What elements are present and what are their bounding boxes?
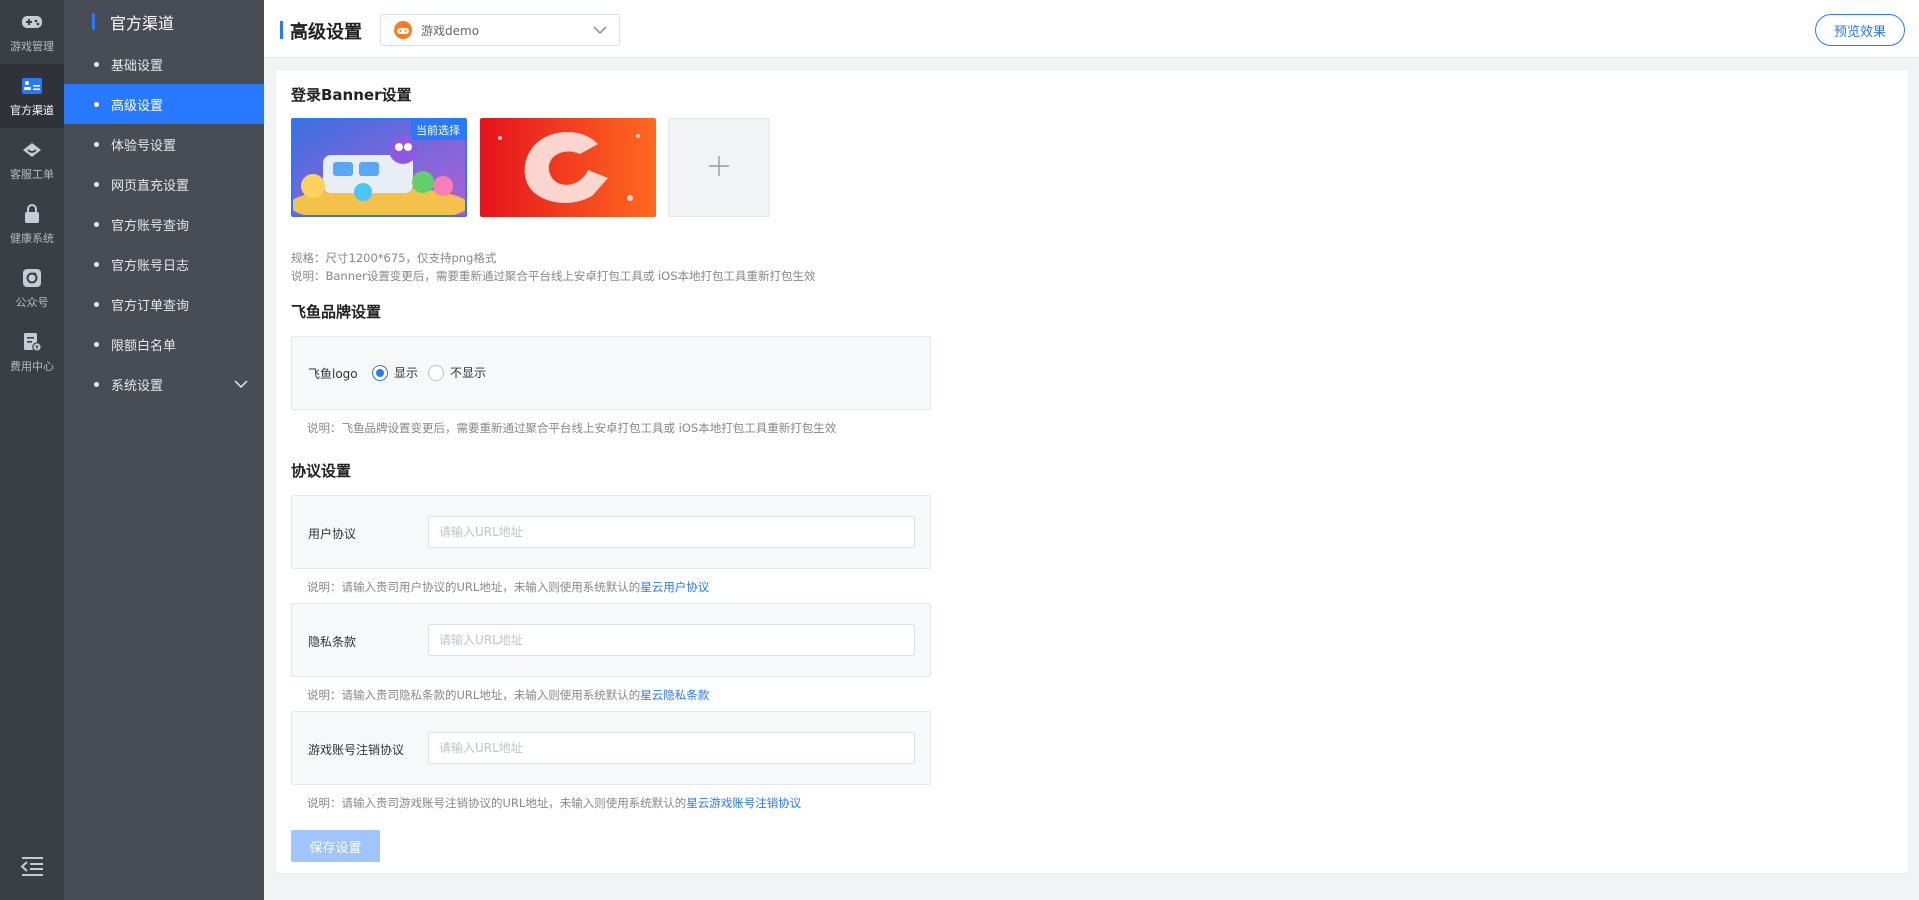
collapse-menu-button[interactable] — [0, 850, 64, 886]
privacy-policy-url-input[interactable] — [428, 624, 915, 656]
rail-item-official-account[interactable]: 公众号 — [0, 256, 64, 320]
privacy-policy-default-link[interactable]: 星云隐私条款 — [640, 688, 709, 702]
brand-section-title: 飞鱼品牌设置 — [291, 303, 382, 321]
agreement-section-title: 协议设置 — [291, 462, 352, 480]
sidebar-title: 官方渠道 — [64, 0, 264, 44]
rail-label: 官方渠道 — [10, 103, 54, 117]
hide-logo-radio[interactable]: 不显示 — [428, 364, 486, 381]
cancel-agreement-label: 游戏账号注销协议 — [308, 743, 405, 757]
game-select-value: 游戏demo — [421, 23, 480, 38]
collapse-menu-icon — [19, 855, 45, 881]
user-agreement-box: 用户协议 — [291, 495, 931, 569]
banner-section-title: 登录Banner设置 — [291, 86, 412, 104]
page-header: 高级设置 游戏demo 预览效果 — [264, 0, 1919, 58]
user-agreement-default-link[interactable]: 星云用户协议 — [640, 580, 709, 594]
settings-panel: 登录Banner设置 当前选择 规格：尺寸1200*675，仅支持png格式 说… — [275, 69, 1909, 874]
rail-label: 公众号 — [15, 295, 49, 309]
chevron-down-icon — [593, 24, 607, 38]
lock-icon — [21, 203, 43, 225]
rail-label: 游戏管理 — [10, 39, 54, 53]
page-title: 高级设置 — [280, 18, 362, 44]
sidebar-item-account-log[interactable]: 官方账号日志 — [64, 244, 264, 284]
current-selection-badge: 当前选择 — [411, 120, 465, 140]
banner-option-2[interactable] — [480, 118, 656, 217]
banner-spec-hint: 规格：尺寸1200*675，仅支持png格式 — [291, 251, 497, 265]
save-settings-button[interactable]: 保存设置 — [291, 830, 380, 862]
sidebar-item-system-settings[interactable]: 系统设置 — [64, 364, 264, 404]
logo-label: 飞鱼logo — [308, 367, 358, 381]
banner-2-image — [480, 118, 656, 217]
chevron-down-icon — [234, 378, 248, 393]
rail-label: 健康系统 — [10, 231, 54, 245]
privacy-policy-label: 隐私条款 — [308, 635, 357, 649]
rail-item-game-management[interactable]: 游戏管理 — [0, 0, 64, 64]
brand-note: 说明：飞鱼品牌设置变更后，需要重新通过聚合平台线上安卓打包工具或 iOS本地打包… — [307, 421, 837, 435]
rail-item-official-channel[interactable]: 官方渠道 — [0, 64, 64, 128]
banner-note-hint: 说明：Banner设置变更后，需要重新通过聚合平台线上安卓打包工具或 iOS本地… — [291, 269, 816, 283]
cancel-agreement-note: 说明：请输入贵司游戏账号注销协议的URL地址，未输入则使用系统默认的星云游戏账号… — [307, 796, 802, 810]
rail-label: 客服工单 — [10, 167, 54, 181]
rail-label: 费用中心 — [10, 359, 54, 373]
preview-button[interactable]: 预览效果 — [1815, 14, 1905, 46]
add-banner-button[interactable] — [668, 118, 770, 217]
sidebar-item-basic-settings[interactable]: 基础设置 — [64, 44, 264, 84]
sidebar-item-trial-account[interactable]: 体验号设置 — [64, 124, 264, 164]
user-agreement-note: 说明：请输入贵司用户协议的URL地址，未输入则使用系统默认的星云用户协议 — [307, 580, 710, 594]
service-icon — [21, 139, 43, 161]
channel-card-icon — [21, 75, 43, 97]
sidebar-item-order-query[interactable]: 官方订单查询 — [64, 284, 264, 324]
rail-item-health-system[interactable]: 健康系统 — [0, 192, 64, 256]
rail-item-customer-service[interactable]: 客服工单 — [0, 128, 64, 192]
sidebar-item-web-recharge[interactable]: 网页直充设置 — [64, 164, 264, 204]
cancel-agreement-default-link[interactable]: 星云游戏账号注销协议 — [686, 796, 801, 810]
game-select[interactable]: 游戏demo — [380, 14, 620, 46]
sidebar-item-advanced-settings[interactable]: 高级设置 — [64, 84, 264, 124]
icon-rail: 游戏管理 官方渠道 客服工单 健康系统 公众号 费用中心 — [0, 0, 64, 900]
refresh-icon — [21, 267, 43, 289]
plus-icon — [707, 154, 731, 182]
user-agreement-label: 用户协议 — [308, 527, 357, 541]
user-agreement-url-input[interactable] — [428, 516, 915, 548]
brand-settings-box: 飞鱼logo 显示 不显示 — [291, 336, 931, 410]
sidebar-item-whitelist[interactable]: 限额白名单 — [64, 324, 264, 364]
rail-item-billing-center[interactable]: 费用中心 — [0, 320, 64, 384]
show-logo-radio[interactable]: 显示 — [372, 364, 418, 381]
channel-sidebar: 官方渠道 基础设置 高级设置 体验号设置 网页直充设置 官方账号查询 官方账号日… — [64, 0, 264, 900]
game-logo-icon — [393, 20, 413, 40]
sidebar-item-account-query[interactable]: 官方账号查询 — [64, 204, 264, 244]
privacy-policy-box: 隐私条款 — [291, 603, 931, 677]
banner-option-1[interactable]: 当前选择 — [291, 118, 467, 217]
cancel-agreement-box: 游戏账号注销协议 — [291, 711, 931, 785]
privacy-policy-note: 说明：请输入贵司隐私条款的URL地址，未输入则使用系统默认的星云隐私条款 — [307, 688, 710, 702]
gamepad-icon — [21, 11, 43, 33]
bill-icon — [21, 331, 43, 353]
cancel-agreement-url-input[interactable] — [428, 732, 915, 764]
